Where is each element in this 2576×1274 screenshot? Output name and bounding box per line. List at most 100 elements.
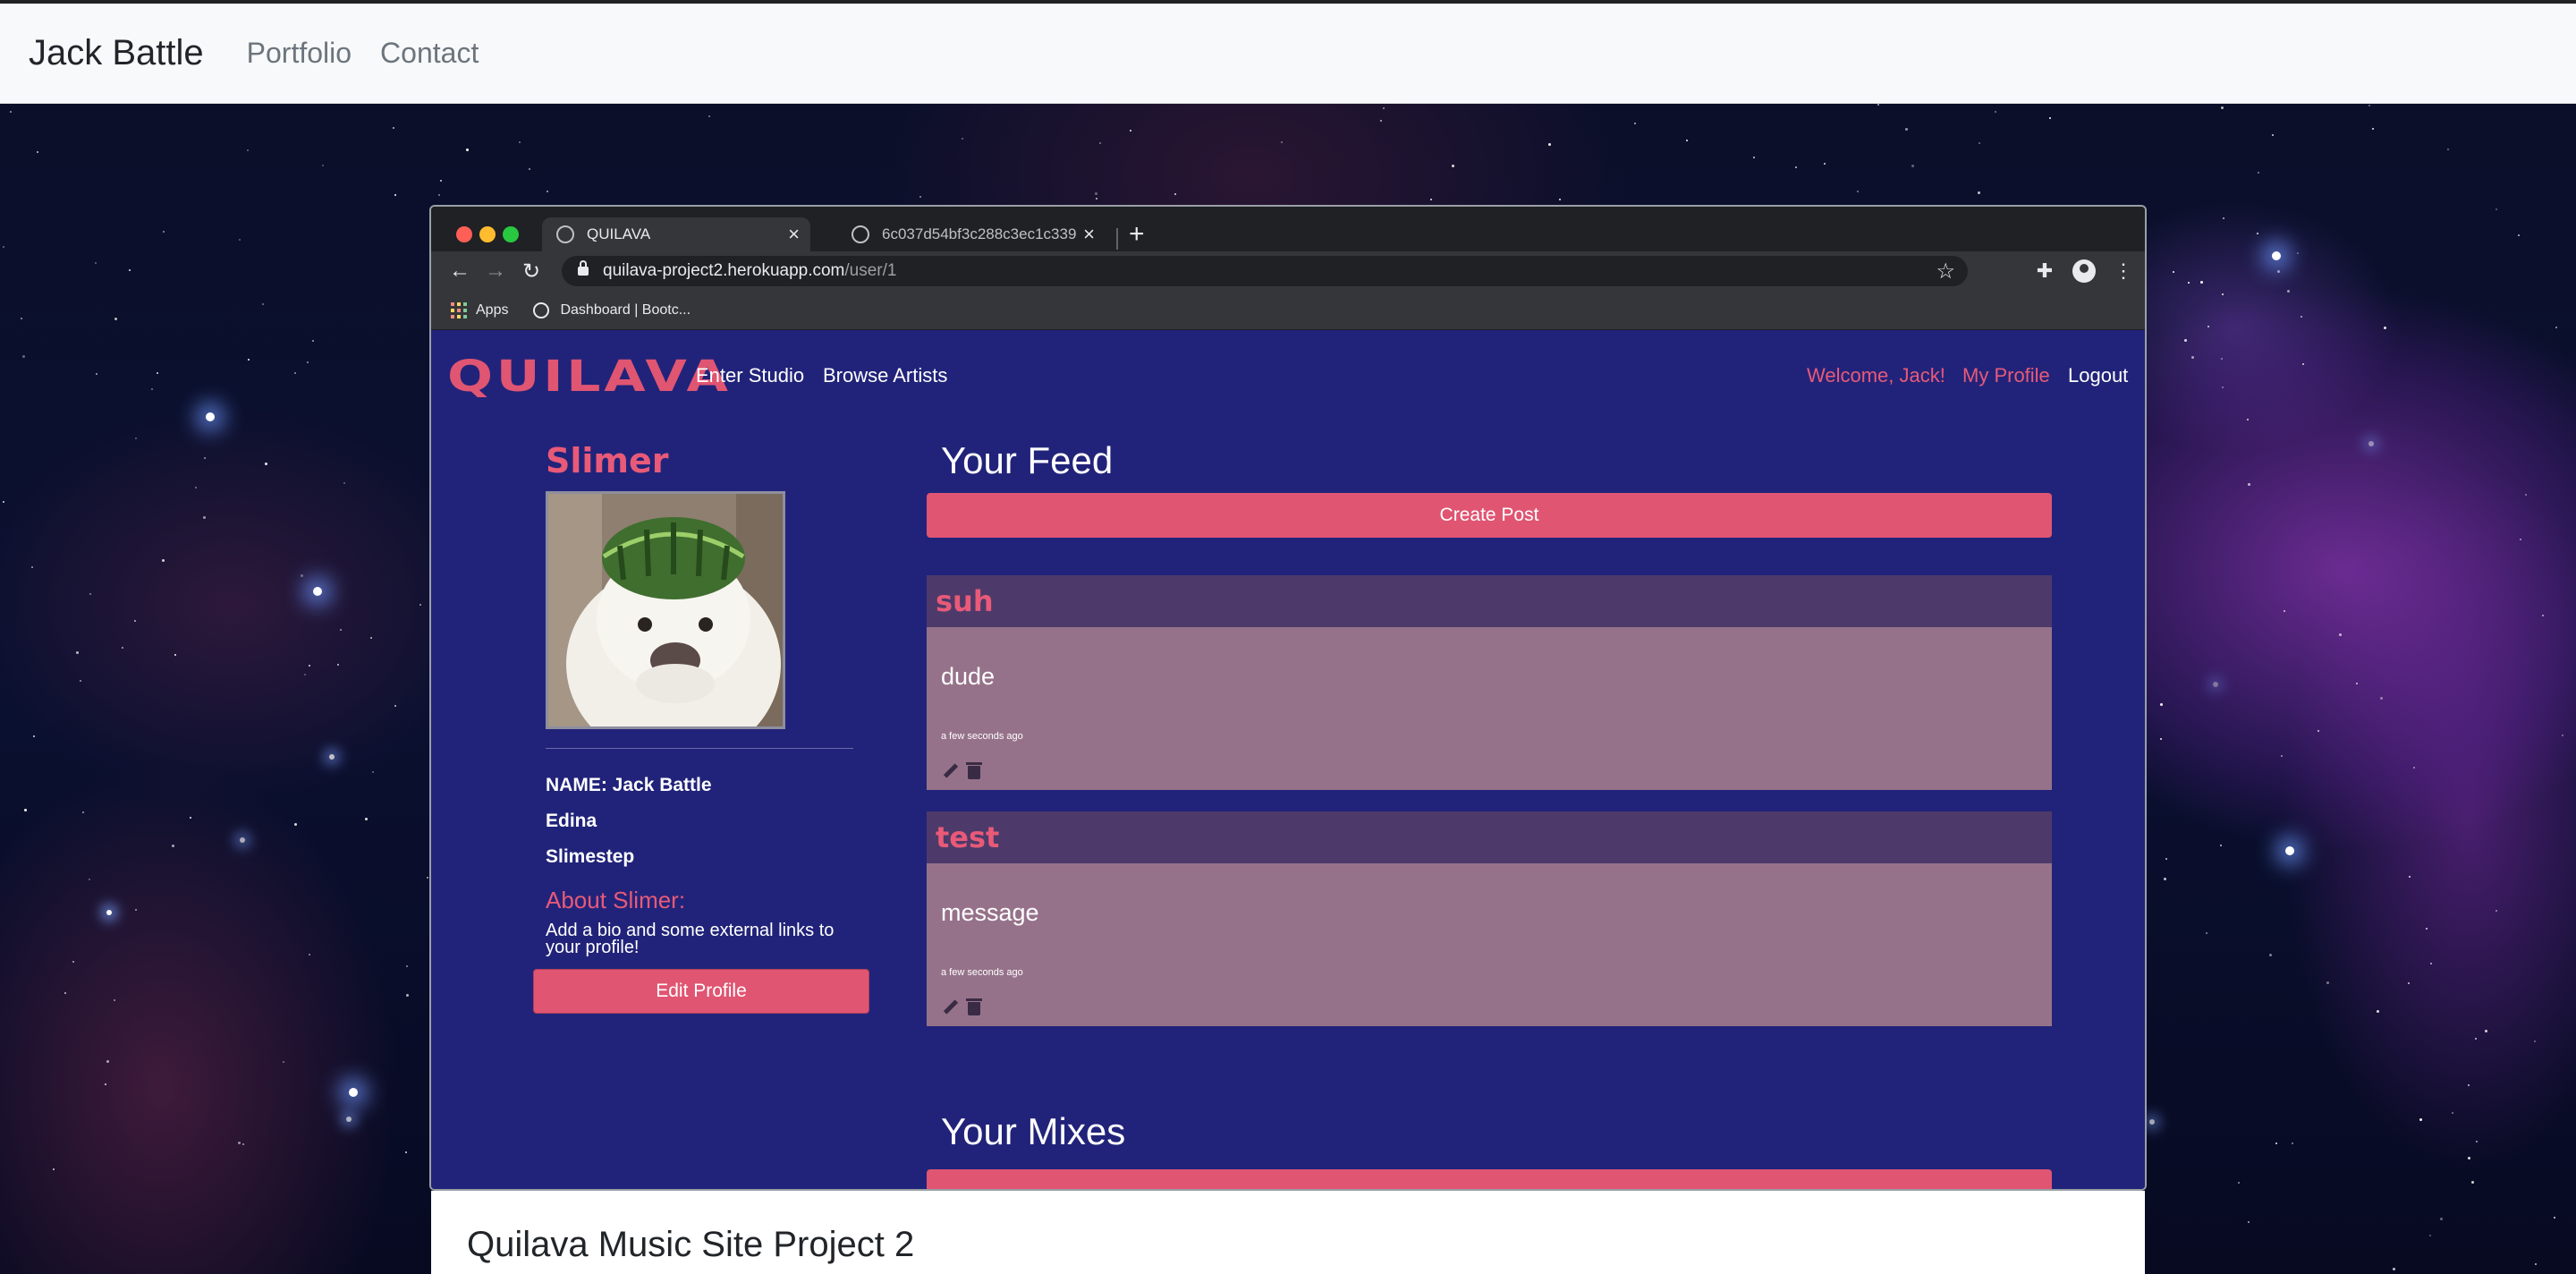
star-decoration xyxy=(294,823,297,826)
site-brand[interactable]: Jack Battle xyxy=(29,33,204,73)
star-decoration xyxy=(114,318,117,320)
star-decoration xyxy=(2188,282,2190,284)
post-message: dude xyxy=(941,663,996,690)
star-decoration xyxy=(135,909,137,911)
star-decoration xyxy=(2372,128,2374,130)
quilava-app: QUILAVA Enter Studio Browse Artists Welc… xyxy=(431,330,2145,1189)
quilava-logo[interactable]: QUILAVA xyxy=(447,352,732,402)
star-decoration xyxy=(2468,1084,2470,1086)
back-arrow-icon[interactable]: ← xyxy=(442,259,478,284)
star-decoration xyxy=(1099,142,1101,144)
browser-toolbar: ← → ↻ quilava-project2.herokuapp.com/use… xyxy=(431,251,2145,291)
edit-profile-button[interactable]: Edit Profile xyxy=(533,969,869,1014)
menu-kebab-icon[interactable]: ⋮ xyxy=(2109,257,2138,285)
star-decoration xyxy=(962,138,963,140)
star-decoration xyxy=(309,665,310,667)
bookmark-apps[interactable]: Apps xyxy=(476,302,508,318)
nav-enter-studio[interactable]: Enter Studio xyxy=(696,364,804,387)
star-decoration xyxy=(129,269,131,271)
post-timestamp: a few seconds ago xyxy=(941,731,1023,742)
close-tab-icon[interactable]: × xyxy=(788,223,800,246)
star-decoration xyxy=(2292,1142,2293,1144)
maximize-window-dot[interactable] xyxy=(503,226,519,242)
star-decoration xyxy=(239,239,241,241)
star-decoration xyxy=(372,771,374,773)
address-bar[interactable]: quilava-project2.herokuapp.com/user/1 ☆ xyxy=(562,256,1968,286)
extensions-icon[interactable]: ✚ xyxy=(2030,257,2059,285)
nav-link-contact[interactable]: Contact xyxy=(380,37,479,70)
star-decoration xyxy=(529,168,530,170)
star-decoration xyxy=(2447,149,2449,150)
mixes-button-partial[interactable] xyxy=(927,1169,2052,1189)
star-decoration xyxy=(24,809,27,811)
star-decoration xyxy=(1452,165,1454,167)
star-decoration xyxy=(2368,105,2370,106)
star-decoration xyxy=(135,437,137,439)
nav-logout[interactable]: Logout xyxy=(2068,364,2128,387)
profile-location: Edina xyxy=(546,811,597,831)
tab-quilava[interactable]: QUILAVA × xyxy=(542,217,810,251)
pencil-icon[interactable] xyxy=(941,998,959,1015)
star-decoration xyxy=(2281,755,2283,757)
star-decoration xyxy=(1978,191,1980,194)
star-decoration xyxy=(238,1142,241,1144)
project-card-title: Quilava Music Site Project 2 xyxy=(467,1225,915,1264)
bright-star-decoration xyxy=(313,587,322,596)
tab-secondary[interactable]: 6c037d54bf3c288c3ec1c339 × xyxy=(837,217,1106,251)
bookmark-star-icon[interactable]: ☆ xyxy=(1936,259,1955,285)
pencil-icon[interactable] xyxy=(941,761,959,779)
star-decoration xyxy=(2173,271,2174,273)
star-decoration xyxy=(365,818,368,820)
welcome-text: Welcome, Jack! xyxy=(1807,364,1945,386)
star-decoration xyxy=(346,1117,352,1122)
star-decoration xyxy=(2562,735,2563,736)
star-decoration xyxy=(76,651,79,654)
star-decoration xyxy=(2475,1038,2477,1040)
bright-star-decoration xyxy=(349,1088,358,1097)
star-decoration xyxy=(2200,281,2203,284)
star-decoration xyxy=(2554,1217,2555,1219)
post-actions xyxy=(941,761,982,779)
star-decoration xyxy=(2221,106,2224,109)
feed-post: test message a few seconds ago xyxy=(927,811,2052,1026)
nav-link-portfolio[interactable]: Portfolio xyxy=(247,37,352,70)
reload-icon[interactable]: ↻ xyxy=(513,259,549,285)
star-decoration xyxy=(106,910,112,915)
nav-my-profile[interactable]: My Profile xyxy=(1962,364,2050,387)
star-decoration xyxy=(2223,217,2224,219)
lock-icon xyxy=(578,260,589,276)
star-decoration xyxy=(2191,356,2194,359)
star-decoration xyxy=(2248,1221,2250,1223)
create-post-button[interactable]: Create Post xyxy=(927,493,2052,538)
star-decoration xyxy=(519,141,521,143)
close-window-dot[interactable] xyxy=(456,226,472,242)
star-decoration xyxy=(1795,166,1797,168)
star-decoration xyxy=(2520,539,2521,540)
star-decoration xyxy=(82,811,84,813)
profile-avatar-icon[interactable] xyxy=(2070,257,2098,285)
globe-icon xyxy=(533,302,550,318)
forward-arrow-icon[interactable]: → xyxy=(478,259,513,284)
star-decoration xyxy=(2160,738,2162,740)
trash-icon[interactable] xyxy=(966,998,982,1015)
close-tab-icon[interactable]: × xyxy=(1083,223,1095,246)
star-decoration xyxy=(3,501,4,503)
star-decoration xyxy=(2207,326,2209,327)
star-decoration xyxy=(162,559,165,562)
post-message: message xyxy=(941,899,1039,926)
star-decoration xyxy=(2518,234,2520,236)
star-decoration xyxy=(919,196,921,198)
star-decoration xyxy=(96,373,97,375)
star-decoration xyxy=(2542,615,2544,616)
nav-browse-artists[interactable]: Browse Artists xyxy=(823,364,947,387)
star-decoration xyxy=(304,674,306,675)
star-decoration xyxy=(1380,120,1382,122)
new-tab-icon[interactable]: + xyxy=(1129,219,1145,250)
trash-icon[interactable] xyxy=(966,761,982,779)
bookmark-dashboard[interactable]: Dashboard | Bootc... xyxy=(560,302,691,318)
post-timestamp: a few seconds ago xyxy=(941,967,1023,978)
post-actions xyxy=(941,998,982,1015)
minimize-window-dot[interactable] xyxy=(479,226,496,242)
star-decoration xyxy=(2257,233,2258,234)
star-decoration xyxy=(195,487,197,488)
